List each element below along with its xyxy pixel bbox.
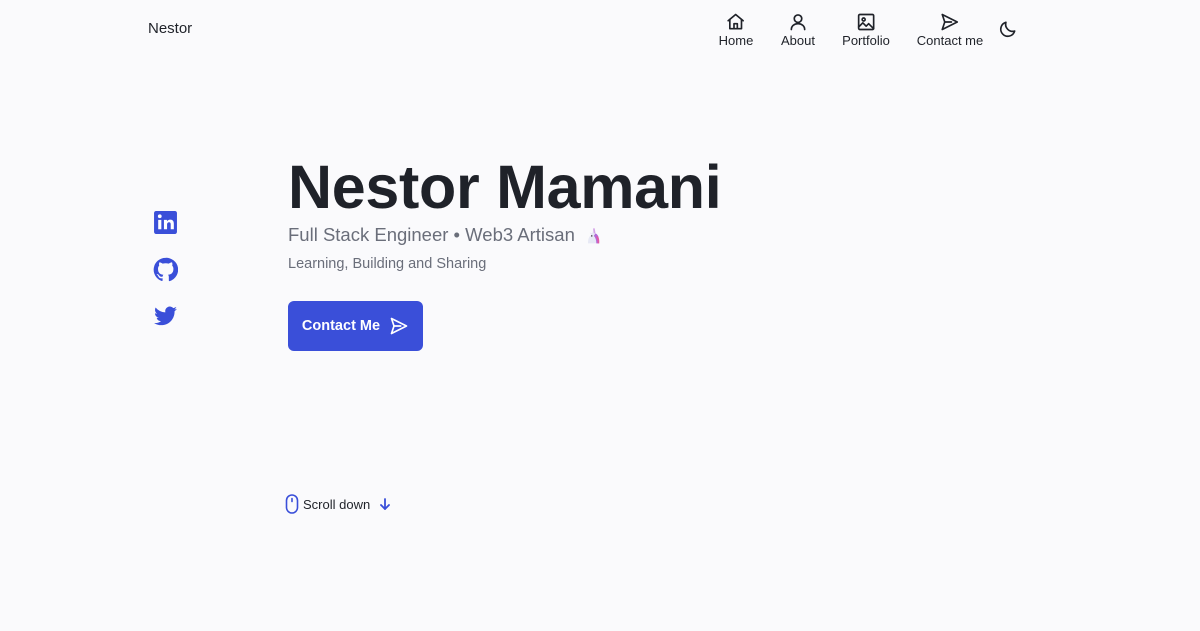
scroll-down-link[interactable]: Scroll down [285,494,392,514]
hero-description: Learning, Building and Sharing [288,256,487,272]
contact-me-button[interactable]: Contact Me [288,301,423,351]
page: Nestor Home About Portfolio Contact me N… [0,0,1200,631]
moon-icon [999,21,1016,38]
nav-item-contact[interactable]: Contact me [917,12,983,48]
unicorn-icon [587,228,600,244]
nav-item-about[interactable]: About [781,12,815,48]
nav-label-home: Home [718,33,754,48]
linkedin-link[interactable] [153,210,178,235]
scroll-down-label: Scroll down [303,496,371,512]
nav-label-about: About [781,33,815,48]
nav-menu: Home About Portfolio Contact me [0,12,1200,52]
theme-toggle-button[interactable] [998,19,1018,39]
nav-item-home[interactable]: Home [718,12,754,48]
send-icon [390,317,408,335]
image-icon [857,13,875,31]
send-icon [941,13,959,31]
mouse-icon [285,494,299,514]
hero-subtitle: Full Stack Engineer • Web3 Artisan [288,224,603,246]
hero-subtitle-text: Full Stack Engineer • Web3 Artisan [288,224,575,245]
linkedin-icon [154,211,177,234]
twitter-link[interactable] [153,304,178,329]
page-title: Nestor Mamani [288,153,722,221]
nav-label-contact: Contact me [916,33,984,48]
twitter-icon [154,306,177,326]
arrow-down-icon [380,498,391,510]
contact-me-label: Contact Me [301,318,381,334]
home-icon [727,13,745,30]
nav-item-portfolio[interactable]: Portfolio [842,12,890,48]
github-icon [153,257,178,282]
nav-label-portfolio: Portfolio [842,33,890,48]
user-icon [790,14,806,31]
github-link[interactable] [153,257,178,282]
